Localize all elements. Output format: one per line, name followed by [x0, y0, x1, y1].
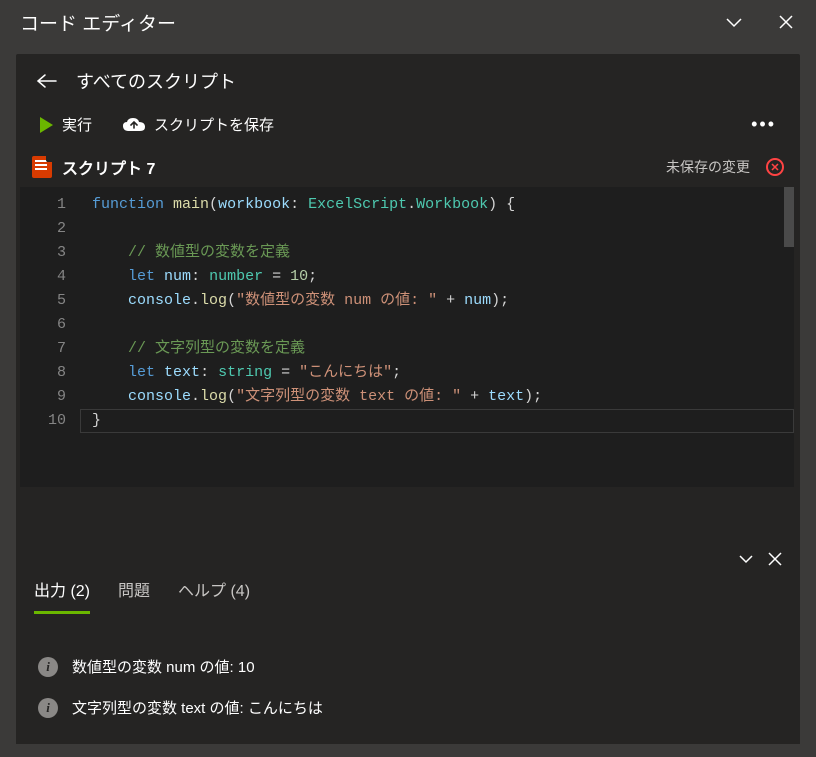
close-icon[interactable]	[772, 8, 800, 36]
code-editor[interactable]: 12345678910 function main(workbook: Exce…	[20, 187, 794, 487]
line-number: 1	[20, 193, 66, 217]
main-panel: すべてのスクリプト 実行 スクリプトを保存 ••• スクリプト 7 未保存の変更…	[16, 54, 800, 744]
nav-title[interactable]: すべてのスクリプト	[76, 68, 236, 94]
code-line[interactable]	[92, 217, 786, 241]
output-content: i 数値型の変数 num の値: 10 i 文字列型の変数 text の値: こんにち…	[34, 614, 782, 738]
line-number: 6	[20, 313, 66, 337]
back-arrow-icon[interactable]	[36, 73, 58, 89]
nav-row: すべてのスクリプト	[16, 54, 800, 104]
script-file-icon	[32, 156, 52, 178]
line-number: 7	[20, 337, 66, 361]
code-line[interactable]: }	[92, 409, 786, 433]
panel-collapse-icon[interactable]	[738, 551, 754, 567]
output-text: 数値型の変数 num の値: 10	[72, 656, 255, 677]
discard-changes-icon[interactable]: ✕	[766, 158, 784, 176]
output-line: i 文字列型の変数 text の値: こんにちは	[38, 687, 778, 728]
run-label: 実行	[62, 114, 92, 135]
line-number-gutter: 12345678910	[20, 187, 80, 487]
output-text: 文字列型の変数 text の値: こんにちは	[72, 697, 323, 718]
code-line[interactable]: // 文字列型の変数を定義	[92, 337, 786, 361]
line-number: 10	[20, 409, 66, 433]
save-script-button[interactable]: スクリプトを保存	[116, 110, 280, 139]
bottom-panel-controls	[34, 551, 782, 571]
line-number: 3	[20, 241, 66, 265]
more-options-button[interactable]: •••	[745, 112, 782, 137]
tab-help[interactable]: ヘルプ (4)	[178, 577, 250, 614]
bottom-tabs: 出力 (2) 問題 ヘルプ (4)	[34, 571, 782, 614]
code-line[interactable]: let num: number = 10;	[92, 265, 786, 289]
code-line[interactable]: function main(workbook: ExcelScript.Work…	[92, 193, 786, 217]
output-line: i 数値型の変数 num の値: 10	[38, 646, 778, 687]
toolbar: 実行 スクリプトを保存 •••	[16, 104, 800, 149]
unsaved-changes-label: 未保存の変更	[666, 157, 750, 177]
code-line[interactable]: // 数値型の変数を定義	[92, 241, 786, 265]
script-header: スクリプト 7 未保存の変更 ✕	[16, 149, 800, 187]
code-line[interactable]: let text: string = "こんにちは";	[92, 361, 786, 385]
title-bar: コード エディター	[0, 0, 816, 46]
panel-close-icon[interactable]	[768, 551, 782, 567]
line-number: 5	[20, 289, 66, 313]
line-number: 8	[20, 361, 66, 385]
info-icon: i	[38, 657, 58, 677]
line-number: 2	[20, 217, 66, 241]
code-line[interactable]: console.log("文字列型の変数 text の値: " + text);	[92, 385, 786, 409]
info-icon: i	[38, 698, 58, 718]
code-line[interactable]	[92, 313, 786, 337]
play-icon	[38, 116, 54, 134]
save-label: スクリプトを保存	[154, 114, 274, 135]
bottom-panel: 出力 (2) 問題 ヘルプ (4) i 数値型の変数 num の値: 10 i 文字列…	[16, 539, 800, 744]
collapse-icon[interactable]	[720, 8, 748, 36]
code-line[interactable]: console.log("数値型の変数 num の値: " + num);	[92, 289, 786, 313]
line-number: 4	[20, 265, 66, 289]
script-name: スクリプト 7	[62, 155, 155, 179]
line-number: 9	[20, 385, 66, 409]
vertical-scrollbar[interactable]	[784, 187, 794, 247]
app-title: コード エディター	[20, 9, 176, 36]
tab-problems[interactable]: 問題	[118, 577, 150, 614]
run-button[interactable]: 実行	[32, 110, 98, 139]
cloud-save-icon	[122, 117, 146, 133]
title-controls	[720, 8, 800, 36]
code-content[interactable]: function main(workbook: ExcelScript.Work…	[80, 187, 794, 487]
tab-output[interactable]: 出力 (2)	[34, 577, 90, 614]
